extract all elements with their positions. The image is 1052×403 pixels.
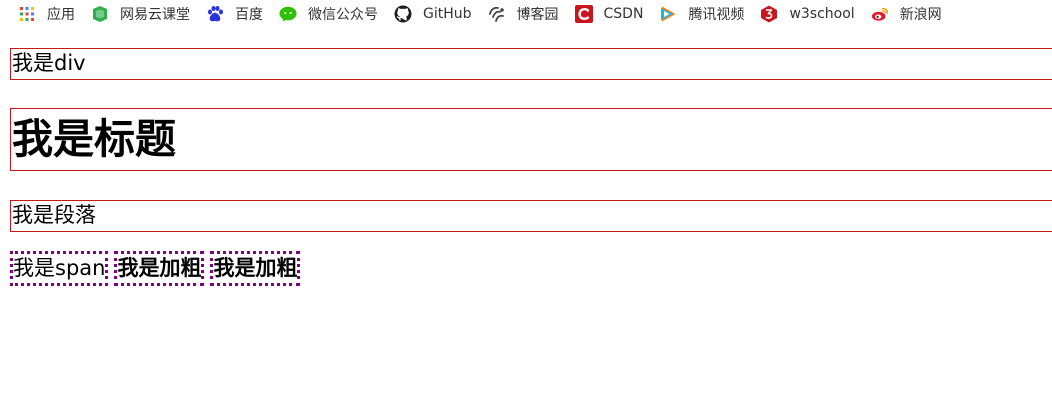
bookmark-label: GitHub	[423, 6, 472, 22]
bold-element: 我是加粗	[210, 251, 301, 286]
bookmark-label: 网易云课堂	[120, 7, 190, 23]
bookmark-tencent-video[interactable]: 腾讯视频	[659, 0, 744, 28]
bookmark-wechat[interactable]: 微信公众号	[279, 0, 378, 28]
bookmark-label: 百度	[235, 7, 263, 23]
heading-block: 我是标题	[10, 108, 1052, 171]
bookmark-label: 腾讯视频	[688, 7, 745, 23]
inline-row: 我是span 我是加粗 我是加粗	[10, 251, 306, 286]
bookmark-netease-study[interactable]: 网易云课堂	[91, 0, 190, 28]
div-block: 我是div	[10, 48, 1052, 80]
bookmarks-bar: 应用 网易云课堂 百度 微信公众号 GitHub 博客园 CSDN 腾讯视频 w…	[0, 0, 1052, 28]
bookmark-label: 博客园	[516, 7, 559, 23]
page-content: 我是div 我是标题 我是段落 我是span 我是加粗 我是加粗	[0, 28, 1052, 403]
bookmark-w3school[interactable]: w3school	[760, 0, 855, 28]
cnblogs-icon	[488, 5, 506, 23]
bookmark-label: 新浪网	[899, 7, 942, 23]
csdn-icon	[574, 5, 593, 23]
bookmark-sina[interactable]: 新浪网	[871, 0, 942, 28]
bookmark-baidu[interactable]: 百度	[206, 0, 263, 28]
bookmark-label: 应用	[47, 7, 75, 23]
sina-weibo-icon	[871, 5, 889, 23]
bookmark-label: CSDN	[603, 6, 644, 22]
bookmark-label: w3school	[789, 6, 855, 22]
apps-grid-icon	[18, 5, 36, 23]
bookmark-apps[interactable]: 应用	[18, 0, 75, 28]
paragraph-text: 我是段落	[12, 203, 96, 227]
div-text: 我是div	[12, 51, 86, 75]
tencent-video-icon	[659, 5, 677, 23]
bookmark-cnblogs[interactable]: 博客园	[488, 0, 559, 28]
bookmark-github[interactable]: GitHub	[394, 0, 472, 28]
baidu-paw-icon	[206, 5, 224, 23]
bookmark-csdn[interactable]: CSDN	[574, 0, 644, 28]
bold-element: 我是加粗	[114, 251, 205, 286]
wechat-icon	[279, 5, 297, 23]
span-element: 我是span	[10, 251, 109, 286]
netease-study-icon	[91, 5, 109, 23]
heading-text: 我是标题	[12, 115, 176, 163]
bookmark-label: 微信公众号	[308, 7, 378, 23]
w3school-icon	[760, 5, 778, 23]
github-icon	[394, 5, 412, 23]
paragraph-block: 我是段落	[10, 200, 1052, 232]
